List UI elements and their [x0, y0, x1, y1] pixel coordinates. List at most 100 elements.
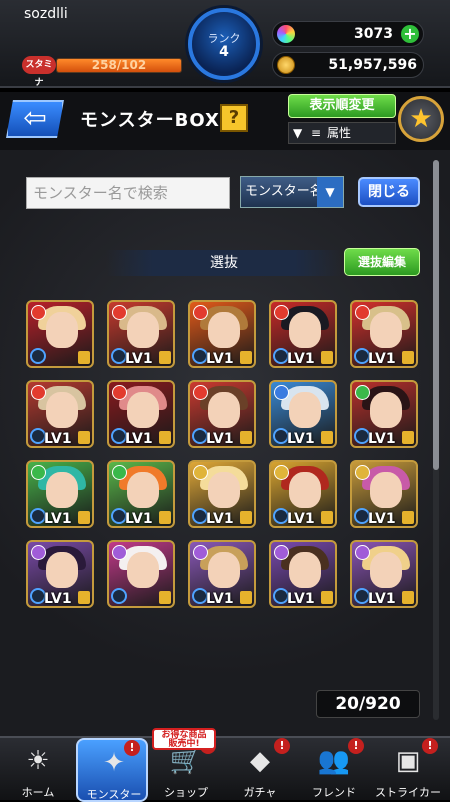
monster-level: LV1 [125, 351, 153, 367]
monster-level: LV1 [287, 591, 315, 607]
element-icon [274, 305, 289, 320]
monster-card[interactable]: LV1 [26, 540, 94, 608]
monster-card[interactable]: LV1 [350, 380, 418, 448]
lock-icon [159, 511, 171, 524]
monster-level: LV1 [44, 511, 72, 527]
monster-portrait [127, 312, 159, 348]
sort-icon: ≡ [311, 126, 322, 140]
nav-gacha[interactable]: ◆ ガチャ! [224, 738, 296, 802]
monster-card[interactable]: LV1 [188, 300, 256, 368]
monster-portrait [208, 552, 240, 588]
monster-card[interactable]: LV1 [107, 380, 175, 448]
element-icon [274, 385, 289, 400]
nav-striker[interactable]: ▣ ストライカー! [372, 738, 444, 802]
back-button[interactable]: ⇦ [6, 100, 64, 138]
monster-portrait [370, 312, 402, 348]
notification-badge: ! [274, 738, 290, 754]
orb-value: 3073 [354, 26, 393, 42]
monster-card[interactable]: LV1 [107, 300, 175, 368]
monster-card[interactable]: LV1 [350, 460, 418, 528]
element-icon [274, 545, 289, 560]
orb-counter: 3073 + [272, 21, 424, 47]
monster-card[interactable]: LV1 [350, 540, 418, 608]
add-orb-button[interactable]: + [401, 25, 419, 43]
monster-card[interactable]: LV1 [188, 540, 256, 608]
nav-label: フレンド [312, 786, 356, 799]
monster-card[interactable] [107, 540, 175, 608]
lock-icon [321, 511, 333, 524]
orb-icon [277, 25, 295, 43]
monster-card[interactable]: LV1 [269, 380, 337, 448]
monster-portrait [127, 392, 159, 428]
box-count: 20/920 [316, 690, 420, 718]
monster-portrait [208, 312, 240, 348]
lock-icon [240, 431, 252, 444]
close-search-button[interactable]: 閉じる [358, 177, 420, 207]
lock-icon [240, 511, 252, 524]
scroll-thumb[interactable] [433, 160, 439, 470]
element-icon [193, 305, 208, 320]
monster-card[interactable]: LV1 [350, 300, 418, 368]
monster-card[interactable]: LV1 [269, 300, 337, 368]
element-icon [112, 465, 127, 480]
nav-label: ホーム [21, 786, 55, 799]
coin-counter: 51,957,596 [272, 52, 424, 78]
lock-icon [240, 591, 252, 604]
status-bar: sozdlli スタミナ 258/102 ランク 4 3073 + 51,957… [0, 0, 450, 88]
monster-level: LV1 [44, 591, 72, 607]
coin-icon [277, 56, 295, 74]
monster-card[interactable]: LV1 [26, 460, 94, 528]
lock-icon [240, 351, 252, 364]
rank-value: 4 [219, 44, 229, 60]
selection-edit-button[interactable]: 選抜編集 [344, 248, 420, 276]
lock-icon [402, 591, 414, 604]
monster-portrait [370, 392, 402, 428]
monster-level: LV1 [368, 431, 396, 447]
monster-card[interactable] [26, 300, 94, 368]
monster-portrait [46, 312, 78, 348]
rank-badge[interactable]: ランク 4 [188, 8, 260, 80]
nav-friend[interactable]: 👥 フレンド! [298, 738, 370, 802]
search-mode-select[interactable]: モンスター名 ▼ [240, 176, 344, 208]
nav-home[interactable]: ☀ ホーム [2, 738, 74, 802]
monster-card[interactable]: LV1 [269, 540, 337, 608]
scrollbar[interactable] [433, 160, 439, 720]
monster-level: LV1 [287, 511, 315, 527]
element-icon [193, 385, 208, 400]
page-title: モンスターBOX [80, 110, 220, 131]
monster-portrait [289, 392, 321, 428]
monster-level: LV1 [368, 351, 396, 367]
nav-label: ガチャ [243, 786, 277, 799]
element-icon [355, 465, 370, 480]
gacha-icon: ◆ [250, 746, 270, 776]
monster-card[interactable]: LV1 [188, 460, 256, 528]
monster-card[interactable]: LV1 [107, 460, 175, 528]
monster-portrait [46, 472, 78, 508]
help-button[interactable]: ? [220, 104, 248, 132]
nav-monster[interactable]: ✦ モンスター! [76, 738, 148, 802]
monster-portrait [289, 312, 321, 348]
element-icon [355, 385, 370, 400]
search-input[interactable]: モンスター名で検索 [26, 177, 230, 209]
monster-level: LV1 [206, 351, 234, 367]
monster-card[interactable]: LV1 [188, 380, 256, 448]
monster-portrait [46, 552, 78, 588]
monster-level: LV1 [125, 431, 153, 447]
monster-level: LV1 [44, 431, 72, 447]
selection-header: 選抜 [106, 250, 342, 276]
monster-level: LV1 [206, 591, 234, 607]
sort-order-button[interactable]: 表示順変更 [288, 94, 396, 118]
element-icon [274, 465, 289, 480]
monster-card[interactable]: LV1 [26, 380, 94, 448]
chevron-down-icon: ▼ [317, 177, 343, 207]
favorite-button[interactable]: ★ [398, 96, 444, 142]
lock-icon [321, 351, 333, 364]
lock-icon [159, 591, 171, 604]
monster-level: LV1 [287, 431, 315, 447]
username: sozdlli [24, 6, 68, 22]
monster-card[interactable]: LV1 [269, 460, 337, 528]
element-icon [355, 305, 370, 320]
monster-portrait [370, 552, 402, 588]
filter-row[interactable]: ▼ ≡ 属性 [288, 122, 396, 144]
monster-portrait [127, 472, 159, 508]
